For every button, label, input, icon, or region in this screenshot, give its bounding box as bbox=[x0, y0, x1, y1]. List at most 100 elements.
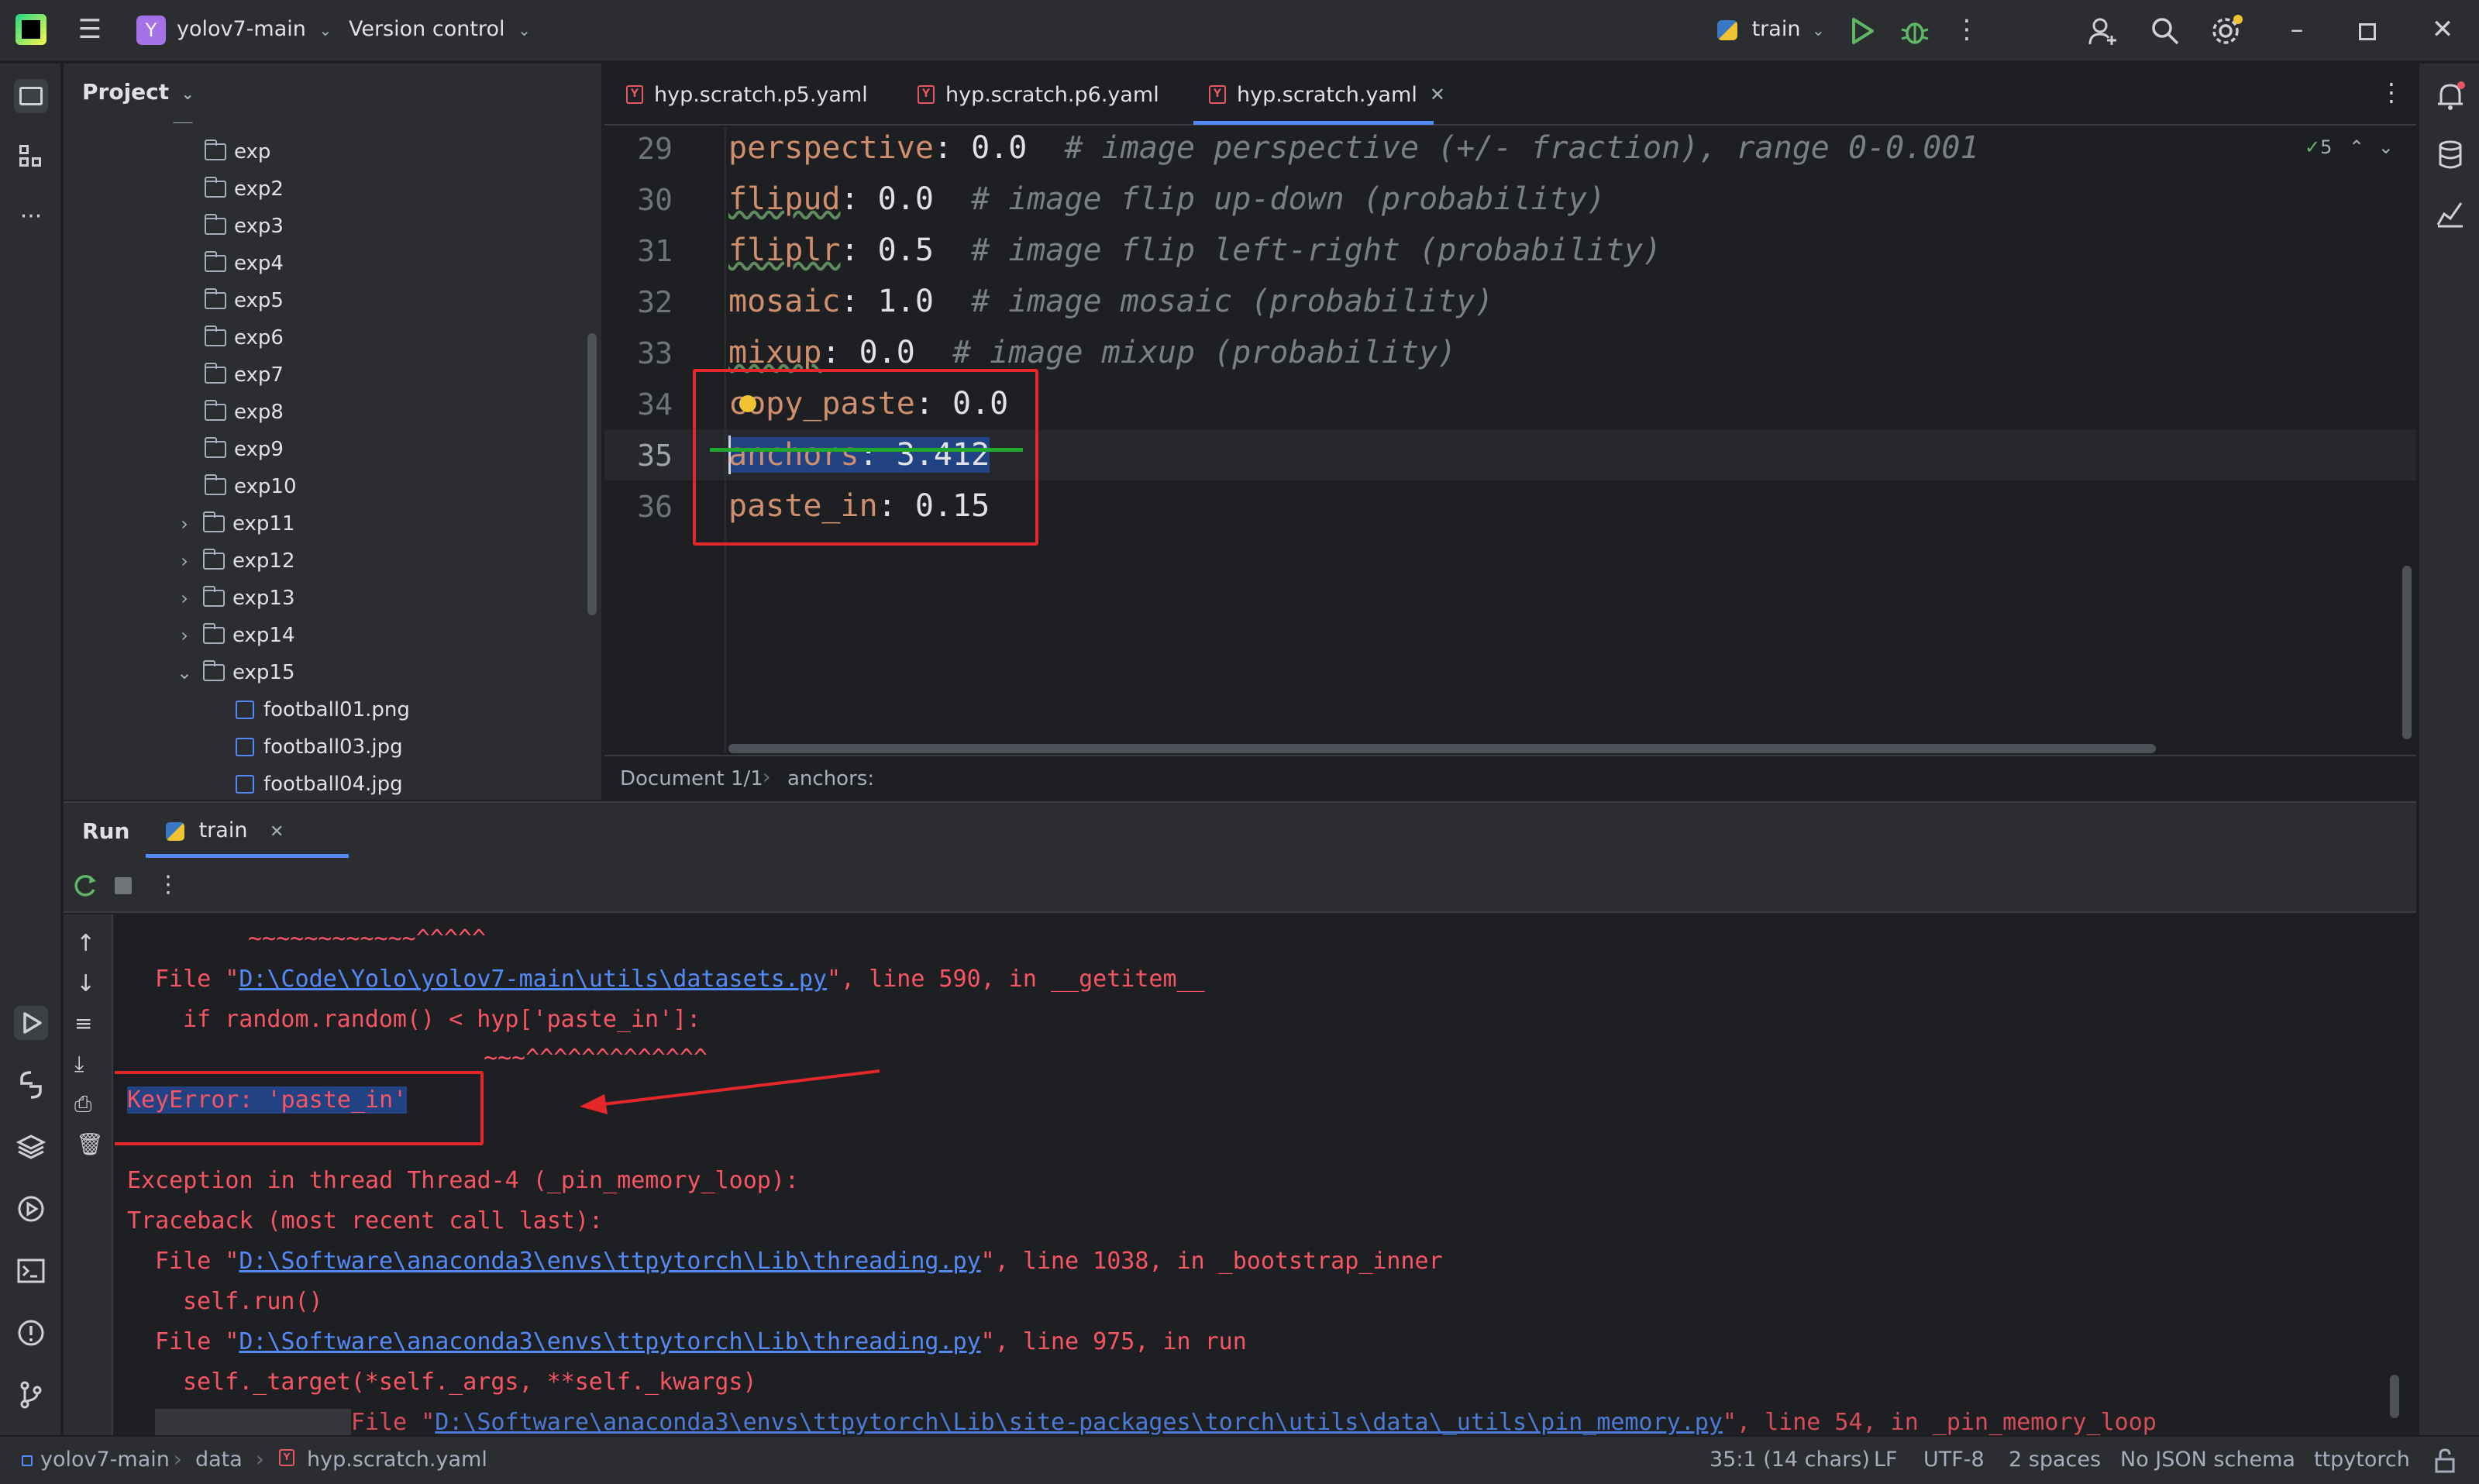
run-config-label: train bbox=[1751, 17, 1801, 41]
tree-item-exp4[interactable]: exp4 bbox=[64, 245, 590, 282]
project-panel-title-dropdown[interactable]: Project ⌄ bbox=[82, 79, 195, 105]
main-menu-icon[interactable]: ☰ bbox=[74, 14, 105, 45]
console-file-link[interactable]: D:\Software\anaconda3\envs\ttpytorch\Lib… bbox=[239, 1248, 980, 1275]
trash-icon[interactable]: 🗑 bbox=[76, 1131, 104, 1157]
run-icon[interactable] bbox=[1849, 17, 1875, 45]
notifications-bell-icon[interactable] bbox=[2433, 79, 2467, 113]
sciview-chart-icon[interactable] bbox=[2433, 197, 2467, 231]
project-scrollbar[interactable] bbox=[587, 333, 597, 615]
scroll-down-arrow-icon[interactable]: ↓ bbox=[76, 970, 95, 997]
console-output[interactable]: ~~~~~~~~~~~~~~~~~~~~~~~~~~~~~~~~~~~~~~~~… bbox=[115, 914, 2416, 1437]
run-config-dropdown[interactable]: train ⌄ bbox=[1717, 17, 1825, 41]
pycharm-logo-icon[interactable] bbox=[15, 14, 46, 45]
git-branch-icon[interactable] bbox=[14, 1378, 48, 1412]
tree-item-exp11[interactable]: › exp11 bbox=[64, 505, 590, 542]
tree-item-football04[interactable]: football04.jpg bbox=[64, 766, 590, 800]
terminal-icon[interactable] bbox=[14, 1254, 48, 1288]
console-scrollbar[interactable] bbox=[2390, 1375, 2399, 1418]
more-tools-icon[interactable]: ··· bbox=[14, 200, 48, 234]
close-tab-icon[interactable]: ✕ bbox=[270, 822, 284, 842]
tree-item-label: exp12 bbox=[232, 549, 295, 573]
version-control-dropdown[interactable]: Version control ⌄ bbox=[349, 17, 531, 41]
breadcrumb-anchors[interactable]: anchors: bbox=[787, 767, 874, 790]
breadcrumb-document[interactable]: Document 1/1 bbox=[620, 767, 763, 790]
restore-icon[interactable] bbox=[2359, 23, 2376, 40]
project-name-dropdown[interactable]: yolov7-main ⌄ bbox=[177, 17, 332, 41]
file-encoding[interactable]: UTF-8 bbox=[1923, 1448, 1985, 1472]
code-line-29[interactable]: perspective: 0.0 # image perspective (+/… bbox=[728, 130, 1979, 166]
status-breadcrumb-file[interactable]: hyp.scratch.yaml bbox=[307, 1448, 487, 1472]
tree-item-exp14[interactable]: › exp14 bbox=[64, 617, 590, 654]
close-window-icon[interactable]: ✕ bbox=[2427, 14, 2458, 45]
tab-hyp-scratch-p5[interactable]: Y hyp.scratch.p5.yaml bbox=[626, 64, 868, 126]
tab-hyp-scratch[interactable]: Y hyp.scratch.yaml ✕ bbox=[1209, 64, 1445, 126]
indent-setting[interactable]: 2 spaces bbox=[2009, 1448, 2101, 1472]
tab-actions-more-icon[interactable]: ⋮ bbox=[2379, 77, 2404, 107]
python-console-icon[interactable] bbox=[14, 1068, 48, 1102]
code-line-32[interactable]: mosaic: 1.0 # image mosaic (probability) bbox=[728, 284, 1493, 319]
chevron-down-icon[interactable]: ⌄ bbox=[174, 662, 195, 683]
minimize-icon[interactable]: – bbox=[2281, 14, 2312, 45]
chevron-up-icon[interactable]: ⌃ bbox=[2349, 136, 2364, 158]
console-file-link[interactable]: D:\Code\Yolo\yolov7-main\utils\datasets.… bbox=[239, 966, 827, 993]
rerun-icon[interactable] bbox=[70, 871, 99, 900]
project-folder-icon[interactable] bbox=[14, 79, 48, 113]
lock-icon[interactable] bbox=[2432, 1448, 2458, 1474]
tree-item-exp2[interactable]: exp2 bbox=[64, 170, 590, 208]
tree-item-exp7[interactable]: exp7 bbox=[64, 356, 590, 394]
print-icon[interactable]: ⎙ bbox=[74, 1091, 91, 1117]
tree-item-exp9[interactable]: exp9 bbox=[64, 431, 590, 468]
code-line-31[interactable]: fliplr: 0.5 # image flip left-right (pro… bbox=[728, 232, 1661, 268]
tree-item-exp[interactable]: exp bbox=[64, 133, 590, 170]
search-icon[interactable] bbox=[2150, 15, 2181, 46]
tree-item-exp10[interactable]: exp10 bbox=[64, 468, 590, 505]
status-breadcrumb-project[interactable]: yolov7-main bbox=[40, 1448, 170, 1472]
python-interpreter[interactable]: ttpytorch bbox=[2314, 1448, 2410, 1472]
settings-gear-icon[interactable] bbox=[2210, 14, 2244, 48]
scroll-to-end-icon[interactable]: ⤓ bbox=[74, 1051, 84, 1077]
inspection-widget[interactable]: ✓5 ⌃ ⌄ bbox=[2305, 136, 2394, 158]
console-line: self.run() bbox=[183, 1288, 323, 1315]
close-tab-icon[interactable]: ✕ bbox=[1430, 84, 1445, 105]
chevron-right-icon[interactable]: › bbox=[174, 550, 195, 572]
tree-item-football01[interactable]: football01.png bbox=[64, 691, 590, 728]
add-user-icon[interactable] bbox=[2088, 15, 2119, 46]
tree-item-exp15[interactable]: ⌄ exp15 bbox=[64, 654, 590, 691]
status-breadcrumb-data[interactable]: data bbox=[195, 1448, 243, 1472]
structure-icon[interactable] bbox=[14, 139, 48, 174]
line-ending[interactable]: LF bbox=[1874, 1448, 1898, 1472]
editor-horizontal-scrollbar[interactable] bbox=[728, 744, 2156, 753]
tree-item-exp8[interactable]: exp8 bbox=[64, 394, 590, 431]
tab-hyp-scratch-p6[interactable]: Y hyp.scratch.p6.yaml bbox=[918, 64, 1159, 126]
layers-icon[interactable] bbox=[14, 1130, 48, 1164]
more-actions-icon[interactable]: ⋮ bbox=[1951, 14, 1982, 45]
tree-item-exp6[interactable]: exp6 bbox=[64, 319, 590, 356]
run-tab-train[interactable]: train ✕ bbox=[166, 818, 284, 842]
tree-item-exp5[interactable]: exp5 bbox=[64, 282, 590, 319]
debug-icon[interactable] bbox=[1900, 15, 1930, 46]
code-editor[interactable]: 29 30 31 32 33 34 35 36 perspective: 0.0… bbox=[604, 127, 2416, 753]
stop-icon[interactable] bbox=[115, 877, 132, 894]
console-file-link[interactable]: D:\Software\anaconda3\envs\ttpytorch\Lib… bbox=[239, 1328, 980, 1355]
json-schema[interactable]: No JSON schema bbox=[2120, 1448, 2295, 1472]
services-icon[interactable] bbox=[14, 1192, 48, 1226]
chevron-right-icon[interactable]: › bbox=[174, 513, 195, 535]
code-line-33[interactable]: mixup: 0.0 # image mixup (probability) bbox=[728, 335, 1456, 370]
tree-item-exp12[interactable]: › exp12 bbox=[64, 542, 590, 580]
scroll-up-arrow-icon[interactable]: ↑ bbox=[76, 930, 95, 957]
tree-item-football03[interactable]: football03.jpg bbox=[64, 728, 590, 766]
editor-vertical-scrollbar[interactable] bbox=[2402, 566, 2412, 739]
tree-item-exp3[interactable]: exp3 bbox=[64, 208, 590, 245]
chevron-right-icon[interactable]: › bbox=[174, 625, 195, 646]
soft-wrap-icon[interactable]: ≡ bbox=[74, 1011, 92, 1036]
tree-item-exp13[interactable]: › exp13 bbox=[64, 580, 590, 617]
run-tool-icon[interactable] bbox=[14, 1006, 48, 1040]
problems-icon[interactable] bbox=[14, 1316, 48, 1350]
chevron-down-icon[interactable]: ⌄ bbox=[2378, 136, 2394, 158]
run-more-icon[interactable]: ⋮ bbox=[157, 871, 180, 898]
database-icon[interactable] bbox=[2433, 138, 2467, 172]
chevron-right-icon[interactable]: › bbox=[174, 587, 195, 609]
code-line-30[interactable]: flipud: 0.0 # image flip up-down (probab… bbox=[728, 181, 1606, 217]
caret-position[interactable]: 35:1 (14 chars) bbox=[1709, 1448, 1870, 1472]
console-file-link[interactable]: D:\Software\anaconda3\envs\ttpytorch\Lib… bbox=[435, 1409, 1723, 1436]
